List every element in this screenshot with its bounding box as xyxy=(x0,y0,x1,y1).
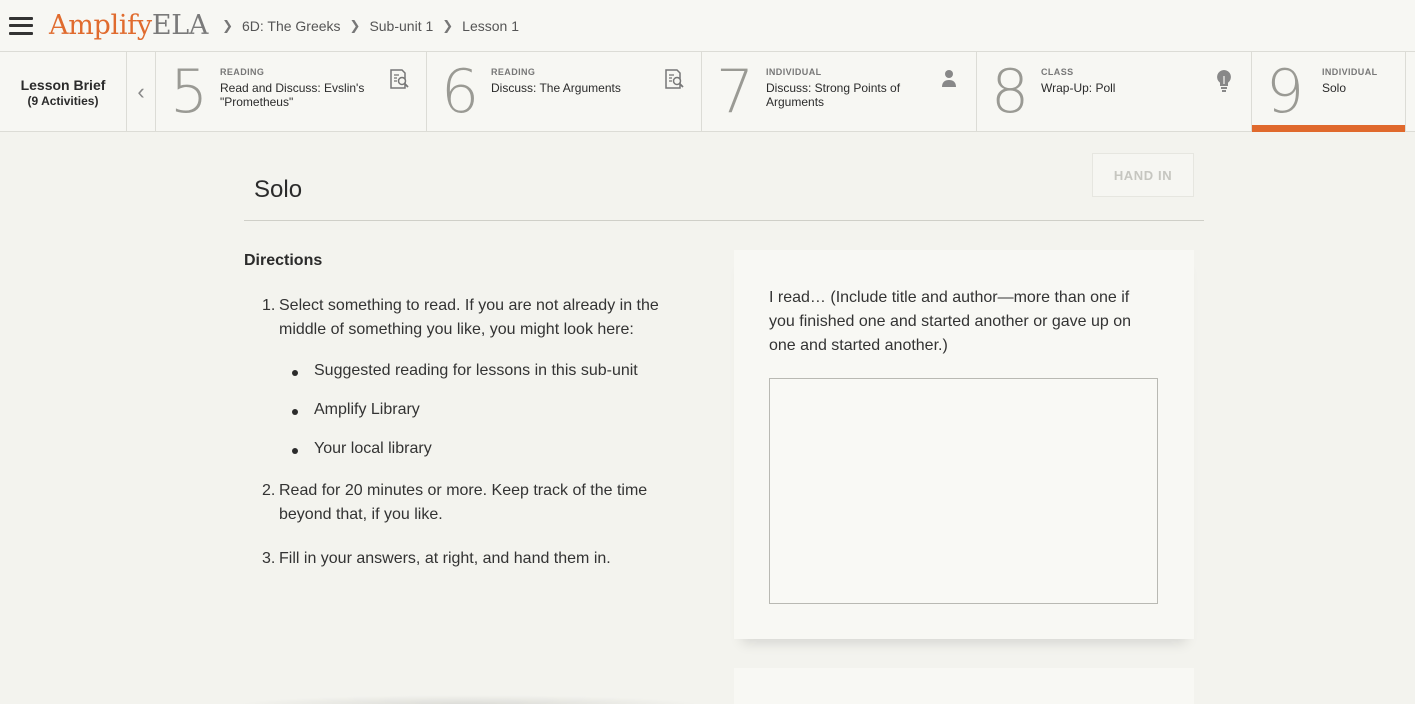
chevron-right-icon: ❯ xyxy=(222,17,233,33)
breadcrumb: ❯ 6D: The Greeks ❯ Sub-unit 1 ❯ Lesson 1 xyxy=(222,18,528,34)
activity-number: 7 xyxy=(716,57,755,127)
chevron-right-icon: ❯ xyxy=(442,17,454,33)
step-text: Select something to read. If you are not… xyxy=(279,297,659,338)
activity-number: 6 xyxy=(441,57,480,127)
bullet-item: Suggested reading for lessons in this su… xyxy=(292,362,638,379)
step-number: 3. xyxy=(262,550,276,567)
activity-title: Wrap-Up: Poll xyxy=(1041,81,1116,95)
logo-ela-text: ELA xyxy=(151,10,209,41)
lesson-brief-count: (9 Activities) xyxy=(27,93,99,108)
activity-card-5[interactable]: 5 READING Read and Discuss: Evslin's "Pr… xyxy=(156,52,427,132)
activity-type: READING xyxy=(491,67,536,77)
active-activity-indicator xyxy=(1252,125,1405,132)
activity-header: Solo HAND IN xyxy=(244,150,1204,221)
lesson-brief-button[interactable]: Lesson Brief (9 Activities) xyxy=(0,52,127,132)
panel-shadow xyxy=(234,695,704,704)
activity-number: 9 xyxy=(1266,57,1305,127)
activity-title: Read and Discuss: Evslin's "Prometheus" xyxy=(220,81,365,109)
directions-heading: Directions xyxy=(244,252,323,269)
person-icon xyxy=(942,70,956,87)
amplify-ela-logo[interactable]: Amplify ELA xyxy=(49,10,208,41)
activity-title: Discuss: The Arguments xyxy=(491,81,621,95)
activity-title: Solo xyxy=(1322,81,1347,95)
hand-in-button[interactable]: HAND IN xyxy=(1092,153,1194,197)
activity-card-8[interactable]: 8 CLASS Wrap-Up: Poll xyxy=(977,52,1252,132)
reading-icon xyxy=(665,69,684,89)
question-prompt: I read… (Include title and author—more t… xyxy=(769,289,1132,354)
step-number: 2. xyxy=(262,482,276,499)
step-text: Fill in your answers, at right, and hand… xyxy=(279,550,611,567)
activity-type: READING xyxy=(220,67,265,77)
chevron-right-icon: ❯ xyxy=(349,17,361,33)
hamburger-menu-icon[interactable] xyxy=(9,16,33,35)
breadcrumb-unit[interactable]: 6D: The Greeks xyxy=(242,18,341,34)
activity-card-9[interactable]: 9 INDIVIDUAL Solo xyxy=(1252,52,1406,132)
activity-number: 8 xyxy=(991,57,1030,127)
activity-type: CLASS xyxy=(1041,67,1074,77)
reading-icon xyxy=(390,69,409,89)
activity-card-7[interactable]: 7 INDIVIDUAL Discuss: Strong Points of A… xyxy=(702,52,977,132)
direction-step: 3. Fill in your answers, at right, and h… xyxy=(262,547,682,571)
chevron-left-icon[interactable]: ‹ xyxy=(127,52,156,132)
lightbulb-icon xyxy=(1217,70,1231,92)
answer-card: I read… (Include title and author—more t… xyxy=(734,250,1194,639)
step-text: Read for 20 minutes or more. Keep track … xyxy=(279,482,648,523)
activity-type: INDIVIDUAL xyxy=(766,67,822,77)
answer-card-next xyxy=(734,668,1194,704)
top-bar: Amplify ELA ❯ 6D: The Greeks ❯ Sub-unit 1… xyxy=(0,0,1415,52)
answer-textarea[interactable] xyxy=(769,378,1158,604)
directions-panel: Directions xyxy=(244,252,704,270)
bullet-item: Your local library xyxy=(292,440,432,457)
page-title: Solo xyxy=(254,176,303,203)
direction-step: 1. Select something to read. If you are … xyxy=(262,294,682,342)
activity-title: Discuss: Strong Points of Arguments xyxy=(766,81,901,109)
breadcrumb-subunit[interactable]: Sub-unit 1 xyxy=(369,18,433,34)
bullet-item: Amplify Library xyxy=(292,401,420,418)
step-number: 1. xyxy=(262,297,276,314)
activity-type: INDIVIDUAL xyxy=(1322,67,1378,77)
activity-number: 5 xyxy=(170,57,209,127)
lesson-brief-title: Lesson Brief xyxy=(20,76,106,93)
breadcrumb-lesson[interactable]: Lesson 1 xyxy=(462,18,519,34)
logo-amplify-text: Amplify xyxy=(49,10,152,41)
direction-step: 2. Read for 20 minutes or more. Keep tra… xyxy=(262,479,682,527)
activity-strip: Lesson Brief (9 Activities) ‹ 5 READING … xyxy=(0,52,1415,132)
activity-card-6[interactable]: 6 READING Discuss: The Arguments xyxy=(427,52,702,132)
